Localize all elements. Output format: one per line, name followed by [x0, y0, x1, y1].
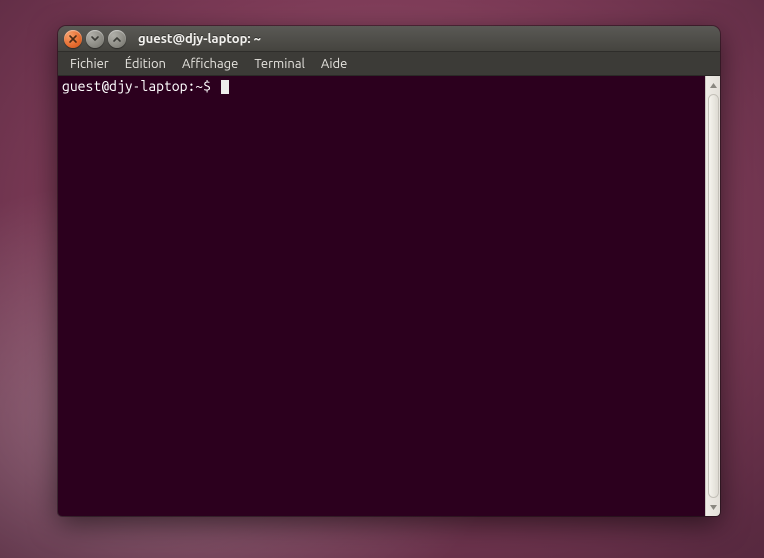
menu-view[interactable]: Affichage — [174, 54, 246, 74]
maximize-button[interactable] — [108, 30, 126, 48]
text-cursor — [221, 80, 229, 94]
terminal-window: guest@djy-laptop: ~ Fichier Édition Affi… — [58, 26, 720, 516]
minimize-button[interactable] — [86, 30, 104, 48]
shell-prompt: guest@djy-laptop:~$ — [62, 78, 211, 94]
vertical-scrollbar[interactable] — [705, 76, 720, 516]
titlebar[interactable]: guest@djy-laptop: ~ — [58, 26, 720, 52]
terminal-output[interactable]: guest@djy-laptop:~$ — [58, 76, 705, 516]
close-button[interactable] — [64, 30, 82, 48]
menu-help[interactable]: Aide — [313, 54, 355, 74]
menu-edit[interactable]: Édition — [117, 54, 174, 74]
scroll-up-button[interactable] — [708, 78, 719, 92]
scroll-thumb[interactable] — [708, 94, 719, 498]
terminal-area: guest@djy-laptop:~$ — [58, 76, 720, 516]
menu-terminal[interactable]: Terminal — [246, 54, 313, 74]
scroll-down-button[interactable] — [708, 500, 719, 514]
menubar: Fichier Édition Affichage Terminal Aide — [58, 52, 720, 76]
window-title: guest@djy-laptop: ~ — [138, 32, 261, 46]
menu-file[interactable]: Fichier — [62, 54, 117, 74]
